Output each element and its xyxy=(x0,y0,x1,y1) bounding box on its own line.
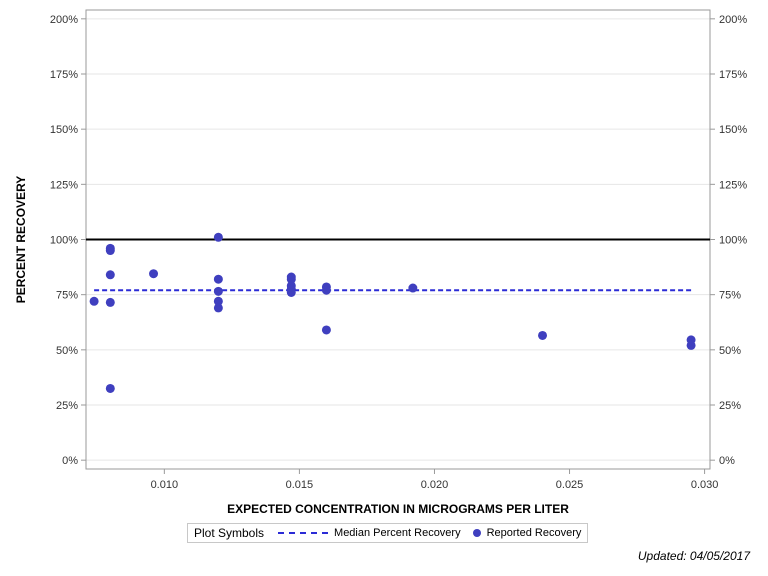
data-point xyxy=(408,283,418,293)
data-point xyxy=(213,303,223,313)
updated-date: Updated: 04/05/2017 xyxy=(637,549,750,563)
legend-item-reported: Reported Recovery xyxy=(467,527,588,539)
data-point xyxy=(538,330,548,340)
scatter-chart: 0% 0% 25% 25% 50% 50% 75% 75% 100% 100% 125% 125% 15… xyxy=(14,9,747,516)
data-point xyxy=(321,325,331,335)
legend-title: Plot Symbols xyxy=(194,526,265,540)
y-tick-label-left: 25% xyxy=(56,400,78,412)
x-tick-label: 0.020 xyxy=(421,479,449,491)
y-tick-label-right: 100% xyxy=(719,235,747,247)
x-tick-label: 0.015 xyxy=(286,479,314,491)
y-axis-title: PERCENT RECOVERY xyxy=(14,176,28,304)
y-tick-label-right: 0% xyxy=(719,455,735,467)
dashed-line-icon xyxy=(278,532,329,534)
data-point xyxy=(105,270,115,280)
y-tick-label-right: 175% xyxy=(719,69,747,81)
x-tick-label: 0.010 xyxy=(151,479,179,491)
x-tick-label: 0.025 xyxy=(556,479,584,491)
y-tick-label-left: 200% xyxy=(50,14,78,26)
y-tick-label-right: 25% xyxy=(719,400,741,412)
data-point xyxy=(686,340,696,350)
data-point xyxy=(213,274,223,284)
y-tick-label-left: 0% xyxy=(62,455,78,467)
legend-item-median: Median Percent Recovery xyxy=(272,527,467,539)
y-tick-label-left: 75% xyxy=(56,290,78,302)
y-tick-label-right: 75% xyxy=(719,290,741,302)
data-point xyxy=(213,286,223,296)
y-tick-label-left: 50% xyxy=(56,345,78,357)
data-point xyxy=(105,246,115,256)
y-tick-label-right: 150% xyxy=(719,124,747,136)
y-tick-label-right: 50% xyxy=(719,345,741,357)
legend: Plot Symbols Median Percent Recovery Rep… xyxy=(187,523,589,543)
data-point xyxy=(286,287,296,297)
data-point xyxy=(213,232,223,242)
x-axis-title: EXPECTED CONCENTRATION IN MICROGRAMS PER… xyxy=(227,502,569,516)
dot-icon xyxy=(472,529,481,537)
y-tick-label-left: 175% xyxy=(50,69,78,81)
y-tick-label-right: 200% xyxy=(719,14,747,26)
data-point xyxy=(321,285,331,295)
data-point xyxy=(149,269,159,279)
data-point xyxy=(89,296,99,306)
x-tick-label: 0.030 xyxy=(691,479,719,491)
data-point xyxy=(105,383,115,393)
y-tick-label-left: 100% xyxy=(50,235,78,247)
y-tick-label-right: 125% xyxy=(719,179,747,191)
data-point xyxy=(105,297,115,307)
y-tick-label-left: 125% xyxy=(50,179,78,191)
legend-median-label: Median Percent Recovery xyxy=(334,527,461,539)
legend-reported-label: Reported Recovery xyxy=(486,527,582,539)
y-tick-label-left: 150% xyxy=(50,124,78,136)
